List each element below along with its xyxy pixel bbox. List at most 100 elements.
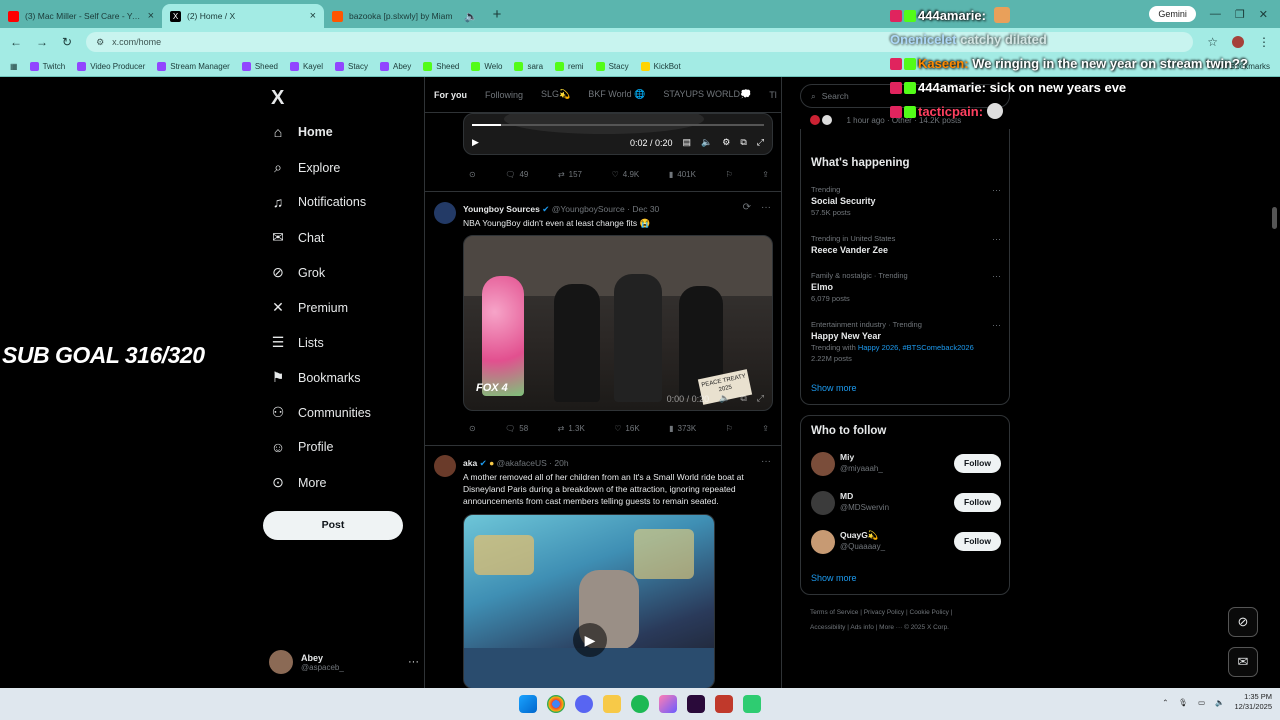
- post-date[interactable]: · 20h: [549, 458, 568, 468]
- volume-icon[interactable]: 🔈: [719, 393, 730, 404]
- video-progress[interactable]: [472, 124, 764, 126]
- volume-icon[interactable]: 🔈: [701, 137, 712, 148]
- volume-icon[interactable]: 🔈: [1215, 698, 1224, 707]
- bookmark-item[interactable]: Sheed: [241, 61, 278, 71]
- close-tab-icon[interactable]: ×: [148, 10, 154, 22]
- nav-explore[interactable]: ⌕ Explore: [270, 159, 340, 176]
- fullscreen-icon[interactable]: ⤢: [757, 393, 764, 404]
- post-button[interactable]: Post: [263, 511, 403, 540]
- author-name[interactable]: Youngboy Sources: [463, 204, 540, 214]
- share-icon[interactable]: ⇪: [762, 170, 769, 179]
- scrollbar-thumb[interactable]: [1272, 207, 1277, 229]
- premiere-icon[interactable]: [687, 695, 705, 713]
- footer-link[interactable]: More ···: [879, 624, 902, 631]
- app-icon[interactable]: [715, 695, 733, 713]
- settings-icon[interactable]: ⚙: [722, 137, 730, 148]
- post-video[interactable]: ▶: [463, 514, 715, 688]
- follow-suggestion[interactable]: Miy @miyaaah_ Follow: [811, 450, 1001, 478]
- bookmark-post-icon[interactable]: ⚐: [726, 424, 733, 433]
- author-name[interactable]: aka: [463, 458, 477, 468]
- grok-icon[interactable]: ⟳: [743, 202, 751, 213]
- like-button[interactable]: ♡ 16K: [614, 424, 639, 433]
- nav-premium[interactable]: ✕ Premium: [270, 299, 348, 316]
- back-icon[interactable]: ←: [10, 35, 22, 49]
- more-options-icon[interactable]: ···: [992, 185, 1001, 195]
- bookmark-post-icon[interactable]: ⚐: [726, 170, 733, 179]
- tab-bkf-world[interactable]: BKF World 🌐: [588, 89, 645, 100]
- trend-with-links[interactable]: Happy 2026, #BTSComeback2026: [858, 343, 974, 352]
- spotify-icon[interactable]: [631, 695, 649, 713]
- play-icon[interactable]: ▶: [573, 623, 607, 657]
- grok-action-icon[interactable]: ⊙: [469, 424, 476, 433]
- more-options-icon[interactable]: ···: [992, 320, 1001, 330]
- bookmark-item[interactable]: Twitch: [29, 61, 65, 71]
- show-more-link[interactable]: Show more: [811, 383, 857, 393]
- bookmark-item[interactable]: Stacy: [595, 61, 629, 71]
- reply-button[interactable]: 🗨 58: [505, 424, 528, 433]
- post-date[interactable]: · Dec 30: [627, 204, 659, 214]
- post-video[interactable]: FOX 4 PEACE TREATY 2025 0:00 / 0:20 🔈 ⧉ …: [463, 235, 773, 411]
- pip-icon[interactable]: ⧉: [740, 137, 746, 148]
- share-icon[interactable]: ⇪: [762, 424, 769, 433]
- chrome-icon[interactable]: [547, 695, 565, 713]
- author-handle[interactable]: @YoungboySource: [552, 204, 625, 214]
- more-options-icon[interactable]: ···: [992, 234, 1001, 244]
- bookmark-item[interactable]: sara: [514, 61, 543, 71]
- follow-button[interactable]: Follow: [954, 493, 1001, 512]
- top-video-player[interactable]: ▶ 0:02 / 0:20 ▤ 🔈 ⚙ ⧉ ⤢: [463, 113, 773, 155]
- fullscreen-icon[interactable]: ⤢: [757, 137, 764, 148]
- bookmark-item[interactable]: KickBot: [640, 61, 681, 71]
- bookmark-item[interactable]: Welo: [471, 61, 502, 71]
- pip-icon[interactable]: ⧉: [740, 393, 746, 404]
- views-button[interactable]: ▮ 373K: [669, 424, 696, 433]
- bookmark-item[interactable]: remi: [555, 61, 584, 71]
- new-tab-button[interactable]: +: [486, 6, 508, 23]
- windows-start-icon[interactable]: [519, 695, 537, 713]
- nav-grok[interactable]: ⊘ Grok: [270, 264, 325, 281]
- tab-stayups-world[interactable]: STAYUPS WORLD💭: [663, 89, 751, 100]
- file-explorer-icon[interactable]: [603, 695, 621, 713]
- nav-notifications[interactable]: ♫ Notifications: [270, 194, 366, 210]
- account-switcher[interactable]: Abey @aspaceb_ ···: [269, 647, 419, 677]
- footer-link[interactable]: Privacy Policy: [864, 609, 904, 616]
- site-info-icon[interactable]: ⚙: [96, 37, 104, 48]
- network-icon[interactable]: ▭: [1198, 698, 1205, 707]
- browser-tab[interactable]: (3) Mac Miller - Self Care - YouT ×: [0, 4, 162, 28]
- discord-icon[interactable]: [575, 695, 593, 713]
- views-button[interactable]: ▮ 401K: [669, 170, 696, 179]
- bookmark-item[interactable]: Abey: [380, 61, 411, 71]
- more-options-icon[interactable]: ···: [992, 271, 1001, 281]
- clock[interactable]: 1:35 PM 12/31/2025: [1234, 692, 1272, 712]
- nav-home[interactable]: ⌂ Home: [270, 124, 333, 140]
- trend-item[interactable]: Family & nostalgic · Trending Elmo 6,079…: [811, 271, 1001, 303]
- messages-fab-icon[interactable]: ✉: [1228, 647, 1258, 677]
- reply-button[interactable]: 🗨 49: [505, 170, 528, 179]
- more-options-icon[interactable]: ···: [408, 656, 419, 668]
- tab-for-you[interactable]: For you: [434, 90, 467, 100]
- grok-action-icon[interactable]: ⊙: [469, 170, 476, 179]
- author-handle[interactable]: @akafaceUS: [497, 458, 547, 468]
- trend-item[interactable]: Trending in United States Reece Vander Z…: [811, 234, 1001, 255]
- tab-slg[interactable]: SLG💫: [541, 89, 570, 100]
- repost-button[interactable]: ⇄ 157: [558, 170, 582, 179]
- follow-suggestion[interactable]: QuayG💫 @Quaaaay_ Follow: [811, 528, 1001, 556]
- show-more-link[interactable]: Show more: [811, 573, 857, 583]
- nav-profile[interactable]: ☺ Profile: [270, 439, 334, 455]
- like-button[interactable]: ♡ 4.9K: [612, 170, 640, 179]
- play-icon[interactable]: ▶: [472, 137, 479, 148]
- trend-item[interactable]: Entertainment industry · Trending Happy …: [811, 320, 1001, 363]
- nav-chat[interactable]: ✉ Chat: [270, 229, 324, 246]
- grok-fab-icon[interactable]: ⊘: [1228, 607, 1258, 637]
- follow-button[interactable]: Follow: [954, 454, 1001, 473]
- tab-following[interactable]: Following: [485, 90, 523, 100]
- footer-link[interactable]: Terms of Service: [810, 609, 858, 616]
- trend-item[interactable]: Trending Social Security 57.5K posts ···: [811, 185, 1001, 217]
- post[interactable]: aka ✔ ● @akafaceUS · 20h ··· A mother re…: [425, 445, 781, 688]
- chevron-up-icon[interactable]: ⌃: [1162, 698, 1168, 707]
- footer-link[interactable]: Cookie Policy: [910, 609, 949, 616]
- bookmark-item[interactable]: Stream Manager: [157, 61, 230, 71]
- footer-link[interactable]: Ads info: [850, 624, 874, 631]
- forward-icon[interactable]: →: [36, 35, 48, 49]
- more-options-icon[interactable]: ···: [761, 456, 771, 467]
- copilot-icon[interactable]: [659, 695, 677, 713]
